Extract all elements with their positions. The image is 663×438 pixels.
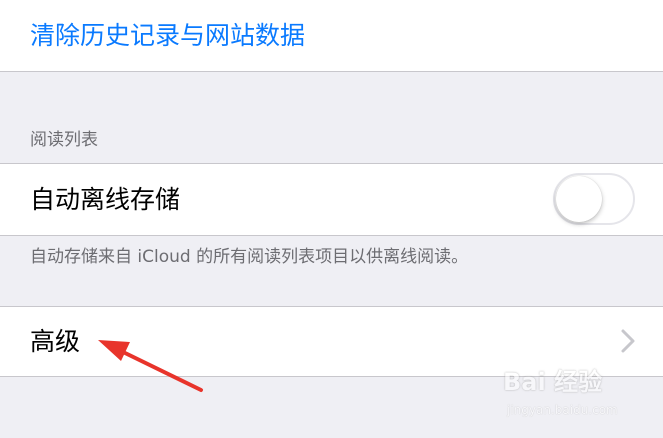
reading-list-section-header: 阅读列表 — [30, 130, 98, 150]
auto-offline-label: 自动离线存储 — [30, 185, 181, 214]
baidu-jingyan-watermark: Bai 经验 jingyan.baidu.com — [503, 366, 653, 432]
advanced-label: 高级 — [30, 327, 81, 356]
toggle-knob — [556, 176, 602, 222]
watermark-logo: Bai 经验 — [503, 368, 603, 396]
watermark-url: jingyan.baidu.com — [507, 403, 618, 417]
clear-history-button[interactable]: 清除历史记录与网站数据 — [30, 18, 305, 54]
auto-offline-toggle[interactable] — [553, 173, 635, 225]
chevron-right-icon — [621, 329, 635, 353]
clear-history-cell[interactable]: 清除历史记录与网站数据 — [0, 0, 663, 72]
reading-list-footer-note: 自动存储来自 iCloud 的所有阅读列表项目以供离线阅读。 — [30, 247, 469, 267]
